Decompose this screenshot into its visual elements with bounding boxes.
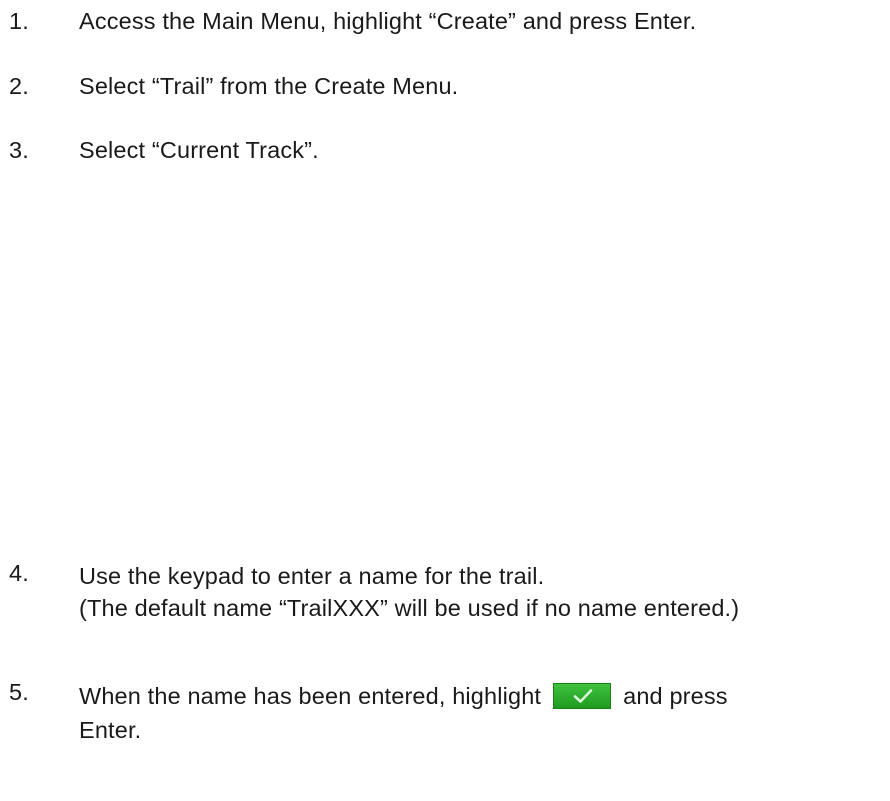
step-number: 3.: [9, 137, 29, 163]
checkmark-icon: [573, 688, 593, 703]
step-text: Select “Trail” from the Create Menu.: [79, 73, 459, 99]
step-number: 1.: [9, 8, 29, 34]
step-text-after: and press: [623, 683, 728, 709]
confirm-check-button: [553, 682, 612, 709]
step-text-line-1: Use the keypad to enter a name for the t…: [79, 563, 545, 589]
step-text-continuation: Enter.: [79, 717, 142, 743]
step-text: When the name has been entered, highligh…: [79, 679, 728, 743]
step-number: 4.: [9, 560, 29, 586]
step-text-line-2: (The default name “TrailXXX” will be use…: [79, 595, 740, 621]
step-text: Use the keypad to enter a name for the t…: [79, 560, 739, 624]
step-text-before: When the name has been entered, highligh…: [79, 683, 542, 709]
step-text: Access the Main Menu, highlight “Create”…: [79, 8, 697, 34]
step-number: 2.: [9, 73, 29, 99]
step-text: Select “Current Track”.: [79, 137, 319, 163]
step-number: 5.: [9, 679, 29, 705]
